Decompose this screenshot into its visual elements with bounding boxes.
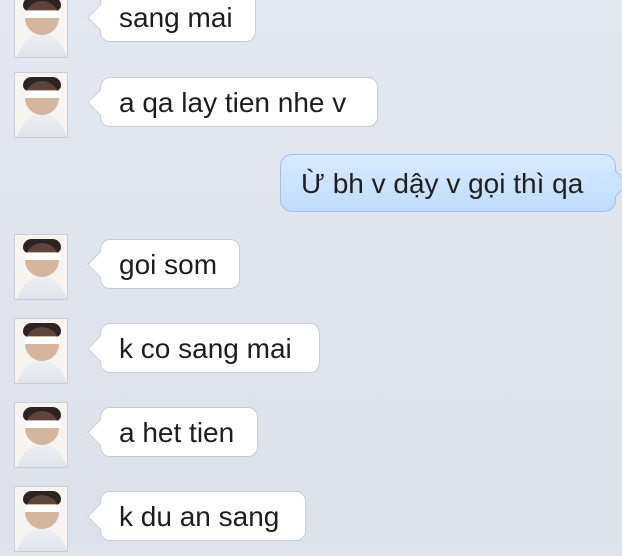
contact-avatar[interactable] bbox=[14, 234, 68, 300]
outgoing-message-bubble: Ừ bh v dậy v gọi thì qa bbox=[280, 154, 616, 212]
avatar-censor-bar bbox=[25, 11, 61, 18]
message-row: sang mai bbox=[0, 0, 622, 62]
avatar-face bbox=[25, 495, 59, 529]
avatar-censor-bar bbox=[25, 505, 61, 512]
message-bubble: k du an sang bbox=[100, 491, 306, 541]
avatar-censor-bar bbox=[25, 91, 61, 98]
avatar-shirt bbox=[15, 115, 67, 137]
message-bubble: k co sang mai bbox=[100, 323, 320, 373]
message-row: a qa lay tien nhe v bbox=[0, 72, 622, 142]
chat-thread: sang mai a qa lay tien nhe v Ừ bh v dậy … bbox=[0, 0, 622, 552]
avatar-face bbox=[25, 327, 59, 361]
contact-avatar[interactable] bbox=[14, 486, 68, 552]
avatar-face bbox=[25, 81, 59, 115]
avatar-shirt bbox=[15, 277, 67, 299]
avatar-shirt bbox=[15, 529, 67, 551]
avatar-shirt bbox=[15, 361, 67, 383]
message-bubble: a qa lay tien nhe v bbox=[100, 77, 378, 127]
avatar-shirt bbox=[15, 445, 67, 467]
avatar-censor-bar bbox=[25, 253, 61, 260]
contact-avatar[interactable] bbox=[14, 72, 68, 138]
avatar-censor-bar bbox=[25, 421, 61, 428]
contact-avatar[interactable] bbox=[14, 0, 68, 58]
message-row: a het tien bbox=[0, 402, 622, 472]
avatar-face bbox=[25, 411, 59, 445]
avatar-shirt bbox=[15, 35, 67, 57]
message-bubble: a het tien bbox=[100, 407, 258, 457]
message-row: k co sang mai bbox=[0, 318, 622, 388]
message-row: goi som bbox=[0, 234, 622, 304]
avatar-face bbox=[25, 1, 59, 35]
avatar-censor-bar bbox=[25, 337, 61, 344]
contact-avatar[interactable] bbox=[14, 318, 68, 384]
avatar-face bbox=[25, 243, 59, 277]
contact-avatar[interactable] bbox=[14, 402, 68, 468]
message-bubble: sang mai bbox=[100, 0, 256, 42]
message-bubble: goi som bbox=[100, 239, 240, 289]
message-row: k du an sang bbox=[0, 486, 622, 556]
